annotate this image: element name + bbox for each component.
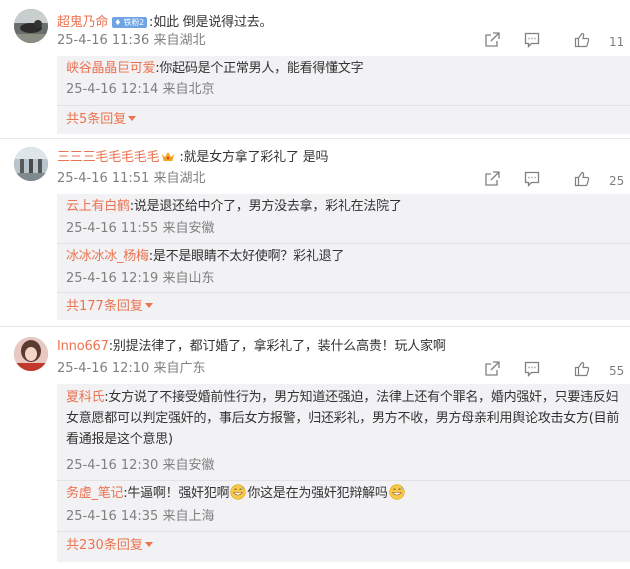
reply-text: 夏科氏:女方说了不接受婚前性行为，男方知道还强迫，法律上还有个罪名，婚内强奸，只… (66, 387, 626, 450)
comment-location: 来自广东 (153, 361, 206, 376)
reply-text: 冰冰冰冰_杨梅:是不是眼睛不太好使啊？彩礼退了 (66, 247, 344, 267)
caret-down-icon (144, 303, 153, 308)
avatar[interactable] (14, 147, 48, 181)
reply-content: :你起码是个正常男人，能看得懂文字 (155, 61, 364, 76)
like-icon[interactable] (574, 32, 590, 48)
grin-sweat-emoji (389, 484, 405, 507)
reply-list: 峡谷晶晶巨可爱:你起码是个正常男人，能看得懂文字 25-4-16 12:14 来… (57, 56, 630, 134)
comment-time: 25-4-16 11:36 (57, 33, 150, 48)
reply-location: 来自安徽 (162, 458, 215, 473)
caret-down-icon (144, 542, 153, 547)
comment-line: Inno667:别提法律了，都订婚了，拿彩礼了，装什么高贵！玩人家啊 (57, 338, 446, 356)
reply-username-link[interactable]: 云上有白鹤 (66, 199, 130, 214)
comment-item: 三三三毛毛毛毛毛 :就是女方拿了彩礼了 是吗 25-4-16 11:51 来自湖北… (0, 145, 630, 325)
reply-separator (57, 292, 630, 293)
comment-actions: 25 (470, 171, 630, 191)
reply-location: 来自山东 (162, 271, 215, 286)
reply-username-link[interactable]: 冰冰冰冰_杨梅 (66, 249, 149, 264)
comment-actions: 55 (470, 361, 630, 381)
more-replies-link[interactable]: 共177条回复 (66, 298, 153, 316)
comment-meta: 25-4-16 11:51 来自湖北 (57, 170, 206, 188)
reply-time: 25-4-16 14:35 (66, 509, 159, 524)
avatar[interactable] (14, 9, 48, 43)
grin-sweat-emoji (230, 484, 247, 507)
like-count: 11 (609, 35, 625, 49)
more-replies-label: 共5条回复 (66, 112, 127, 127)
reply-text: 云上有白鹤:说是退还给中介了，男方没去拿，彩礼在法院了 (66, 197, 402, 217)
reply-separator (57, 105, 630, 106)
username-link[interactable]: 超鬼乃命 (57, 15, 108, 30)
reply-text: 峡谷晶晶巨可爱:你起码是个正常男人，能看得懂文字 (66, 59, 364, 79)
comment-item: Inno667:别提法律了，都订婚了，拿彩礼了，装什么高贵！玩人家啊 25-4-… (0, 333, 630, 565)
reply-time: 25-4-16 11:55 (66, 221, 159, 236)
vip-crown-icon (161, 150, 175, 169)
reply-location: 来自上海 (162, 509, 215, 524)
reply-content: :牛逼啊！强奸犯啊 (123, 486, 230, 501)
reply-location: 来自安徽 (162, 221, 215, 236)
comment-meta: 25-4-16 11:36 来自湖北 (57, 32, 206, 50)
comment-text: :就是女方拿了彩礼了 是吗 (179, 150, 329, 165)
reply-content: :说是退还给中介了，男方没去拿，彩礼在法院了 (129, 199, 402, 214)
reply-time: 25-4-16 12:19 (66, 271, 159, 286)
comment-text: :如此 倒是说得过去。 (149, 15, 273, 30)
reply-list: 云上有白鹤:说是退还给中介了，男方没去拿，彩礼在法院了 25-4-16 11:5… (57, 194, 630, 320)
share-icon[interactable] (484, 32, 500, 48)
comment-location: 来自湖北 (153, 171, 206, 186)
more-replies-link[interactable]: 共230条回复 (66, 537, 153, 555)
reply-time: 25-4-16 12:14 (66, 82, 159, 97)
comment-icon[interactable] (524, 32, 540, 48)
comment-meta: 25-4-16 12:10 来自广东 (57, 360, 206, 378)
comment-icon[interactable] (524, 361, 540, 377)
divider (0, 326, 630, 327)
username-link[interactable]: 三三三毛毛毛毛毛 (57, 150, 160, 165)
reply-separator (57, 243, 630, 244)
more-replies-link[interactable]: 共5条回复 (66, 111, 137, 129)
badge-heart-icon: ♦ (114, 18, 122, 27)
like-count: 55 (609, 364, 625, 378)
reply-content: :是不是眼睛不太好使啊？彩礼退了 (148, 249, 345, 264)
comment-line: 三三三毛毛毛毛毛 :就是女方拿了彩礼了 是吗 (57, 149, 329, 169)
share-icon[interactable] (484, 171, 500, 187)
fan-badge: ♦ 铁粉2 (112, 17, 148, 28)
divider (0, 138, 630, 139)
comment-item: 超鬼乃命 ♦ 铁粉2:如此 倒是说得过去。 25-4-16 11:36 来自湖北 … (0, 6, 630, 136)
reply-content: 你这是在为强奸犯辩解吗 (247, 486, 388, 501)
avatar[interactable] (14, 337, 48, 371)
like-icon[interactable] (574, 361, 590, 377)
more-replies-label: 共230条回复 (66, 538, 143, 553)
reply-content: :女方说了不接受婚前性行为，男方知道还强迫，法律上还有个罪名，婚内强奸，只要违反… (66, 390, 620, 447)
reply-meta: 25-4-16 11:55 来自安徽 (66, 220, 215, 238)
reply-separator (57, 531, 630, 532)
comment-time: 25-4-16 11:51 (57, 171, 150, 186)
username-link[interactable]: Inno667 (57, 339, 109, 354)
like-icon[interactable] (574, 171, 590, 187)
reply-location: 来自北京 (162, 82, 215, 97)
reply-username-link[interactable]: 务虚_笔记 (66, 486, 124, 501)
like-count: 25 (609, 174, 625, 188)
reply-time: 25-4-16 12:30 (66, 458, 159, 473)
reply-meta: 25-4-16 14:35 来自上海 (66, 508, 215, 526)
reply-meta: 25-4-16 12:30 来自安徽 (66, 457, 215, 475)
more-replies-label: 共177条回复 (66, 299, 143, 314)
reply-list: 夏科氏:女方说了不接受婚前性行为，男方知道还强迫，法律上还有个罪名，婚内强奸，只… (57, 384, 630, 562)
comment-time: 25-4-16 12:10 (57, 361, 150, 376)
badge-label: 铁粉2 (123, 18, 145, 27)
reply-meta: 25-4-16 12:14 来自北京 (66, 81, 215, 99)
comment-actions: 11 (470, 32, 630, 52)
caret-down-icon (128, 116, 137, 121)
comment-line: 超鬼乃命 ♦ 铁粉2:如此 倒是说得过去。 (57, 14, 273, 32)
comment-text: :别提法律了，都订婚了，拿彩礼了，装什么高贵！玩人家啊 (108, 339, 446, 354)
comment-icon[interactable] (524, 171, 540, 187)
reply-separator (57, 480, 630, 481)
reply-text: 务虚_笔记:牛逼啊！强奸犯啊 你这是在为强奸犯辩解吗 (66, 484, 406, 507)
share-icon[interactable] (484, 361, 500, 377)
reply-meta: 25-4-16 12:19 来自山东 (66, 270, 215, 288)
comment-location: 来自湖北 (153, 33, 206, 48)
reply-username-link[interactable]: 峡谷晶晶巨可爱 (66, 61, 156, 76)
reply-username-link[interactable]: 夏科氏 (66, 390, 105, 405)
